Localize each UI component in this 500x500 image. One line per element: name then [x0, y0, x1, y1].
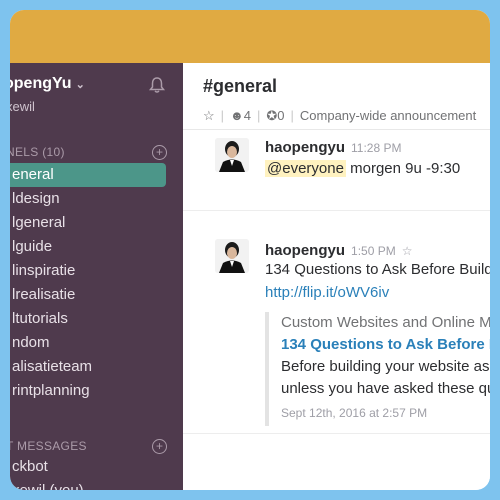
sidebar: opengYu⌄ xewil NELS (10) + eneral ldesig…: [10, 63, 183, 490]
top-bar: [10, 10, 490, 63]
sidebar-item-channel[interactable]: rintplanning: [10, 379, 183, 403]
sidebar-item-channel[interactable]: lrealisatie: [10, 283, 183, 307]
star-icon[interactable]: ☆: [203, 108, 215, 123]
sidebar-item-channel[interactable]: alisatieteam: [10, 355, 183, 379]
member-count[interactable]: 4: [244, 108, 251, 123]
team-menu[interactable]: opengYu ⌄: [10, 75, 85, 93]
message-author[interactable]: haopengyu 11:28 PM: [265, 139, 402, 156]
bell-icon[interactable]: [148, 76, 166, 94]
dm-list: ckbot xewil (you): [10, 455, 183, 490]
message-divider: [183, 210, 490, 211]
message-timestamp[interactable]: 11:28 PM: [351, 141, 401, 155]
attachment-title[interactable]: 134 Questions to Ask Before Bu: [281, 334, 490, 356]
sidebar-item-channel[interactable]: lgeneral: [10, 211, 183, 235]
channel-list: eneral ldesign lgeneral lguide linspirat…: [10, 163, 183, 403]
add-channel-icon[interactable]: +: [152, 145, 167, 160]
channel-title[interactable]: #general: [203, 76, 277, 97]
sidebar-item-channel[interactable]: ndom: [10, 331, 183, 355]
link-attachment: Custom Websites and Online Ma 134 Questi…: [265, 312, 490, 426]
attachment-site: Custom Websites and Online Ma: [281, 314, 490, 331]
message-pane: #general ☆ | ☻4 | ✪0 | Company-wide announceme…: [183, 63, 490, 490]
team-name: opengYu: [10, 75, 72, 92]
add-dm-icon[interactable]: +: [152, 439, 167, 454]
pin-icon[interactable]: ✪: [266, 108, 277, 123]
sidebar-item-channel[interactable]: lguide: [10, 235, 183, 259]
message-link[interactable]: http://flip.it/oWV6iv: [265, 284, 389, 301]
sidebar-item-channel[interactable]: linspiratie: [10, 259, 183, 283]
avatar[interactable]: [215, 138, 249, 172]
channel-header: #general ☆ | ☻4 | ✪0 | Company-wide announceme…: [183, 63, 490, 130]
current-user: xewil: [10, 99, 35, 114]
direct-messages-header[interactable]: T MESSAGES: [10, 439, 87, 453]
message-divider: [183, 433, 490, 434]
sidebar-item-dm[interactable]: ckbot: [10, 455, 183, 479]
channel-meta: ☆ | ☻4 | ✪0 | Company-wide announcement: [203, 108, 477, 123]
attachment-date: Sept 12th, 2016 at 2:57 PM: [281, 406, 428, 420]
message-timestamp[interactable]: 1:50 PM: [351, 244, 396, 258]
attachment-description: Before building your website ask: [281, 358, 490, 375]
sidebar-item-channel[interactable]: eneral: [10, 163, 166, 187]
channels-label: NELS: [10, 145, 39, 159]
avatar[interactable]: [215, 239, 249, 273]
channels-header[interactable]: NELS (10): [10, 145, 65, 159]
mention[interactable]: @everyone: [265, 160, 346, 177]
star-icon[interactable]: ☆: [402, 244, 413, 258]
channel-topic[interactable]: Company-wide announcement: [300, 108, 476, 123]
slack-window: opengYu⌄ xewil NELS (10) + eneral ldesig…: [10, 10, 490, 490]
message-text: 134 Questions to Ask Before Buildi: [265, 261, 490, 278]
sidebar-item-dm[interactable]: xewil (you): [10, 479, 183, 490]
message-author[interactable]: haopengyu 1:50 PM ☆: [265, 242, 412, 259]
channels-count: (10): [42, 145, 65, 159]
chevron-down-icon: ⌄: [75, 79, 85, 91]
sidebar-item-channel[interactable]: ltutorials: [10, 307, 183, 331]
pin-count[interactable]: 0: [277, 108, 284, 123]
attachment-description: unless you have asked these ques: [281, 380, 490, 397]
sidebar-item-channel[interactable]: ldesign: [10, 187, 183, 211]
message-text: @everyone morgen 9u -9:30: [265, 160, 461, 177]
members-icon[interactable]: ☻: [230, 108, 244, 123]
